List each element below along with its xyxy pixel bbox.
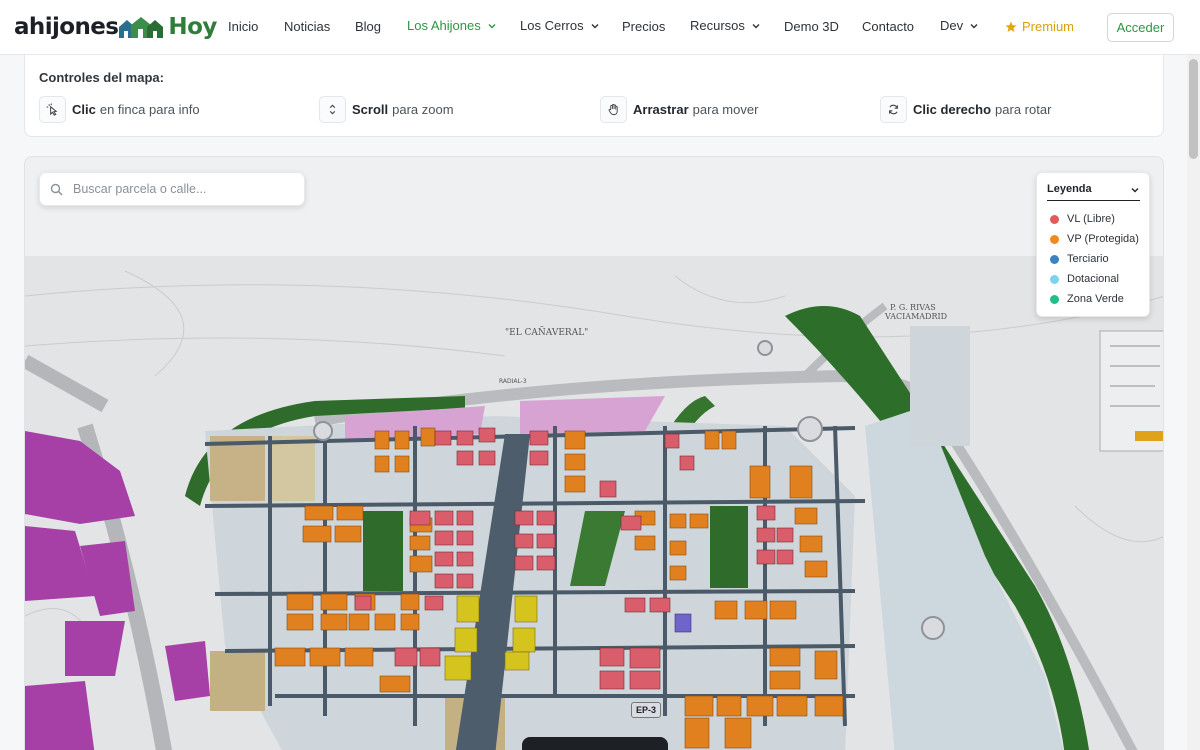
map-container[interactable]: "EL CAÑAVERAL" RADIAL-3 P. G. RIVAS VACI… bbox=[24, 156, 1164, 750]
legend-item-vp: VP (Protegida) bbox=[1050, 229, 1139, 249]
legend-dot-vp bbox=[1050, 234, 1059, 244]
nav-noticias[interactable]: Noticias bbox=[284, 19, 330, 34]
legend-item-vl: VL (Libre) bbox=[1050, 209, 1139, 229]
legend-toggle[interactable]: Leyenda bbox=[1047, 183, 1140, 201]
legend-dot-dotacional bbox=[1050, 274, 1059, 284]
page-scrollbar[interactable] bbox=[1187, 55, 1200, 750]
legend-title: Leyenda bbox=[1047, 183, 1092, 195]
legend-dot-vl bbox=[1050, 214, 1059, 224]
control-rotate-bold: Clic derecho bbox=[913, 102, 992, 117]
control-scroll-text: para zoom bbox=[392, 102, 454, 117]
star-icon bbox=[1005, 21, 1017, 32]
legend-dot-zona-verde bbox=[1050, 294, 1059, 304]
scrollbar-thumb[interactable] bbox=[1189, 59, 1198, 159]
rotate-icon bbox=[880, 96, 907, 123]
map-search-input[interactable] bbox=[73, 182, 293, 196]
nav-los-ahijones-label: Los Ahijones bbox=[407, 18, 481, 33]
legend-item-terciario: Terciario bbox=[1050, 249, 1139, 269]
control-right-click-rotate: Clic derecho para rotar bbox=[880, 96, 1051, 123]
nav-inicio[interactable]: Inicio bbox=[228, 19, 258, 34]
control-drag-move: Arrastrar para mover bbox=[600, 96, 758, 123]
logo-text-secondary: Hoy bbox=[168, 14, 217, 40]
label-rivas-1: P. G. RIVAS bbox=[890, 303, 936, 312]
login-button[interactable]: Acceder bbox=[1107, 13, 1174, 42]
search-icon bbox=[50, 183, 63, 195]
control-drag-bold: Arrastrar bbox=[633, 102, 689, 117]
control-drag-text: para mover bbox=[692, 102, 759, 117]
chevron-down-icon bbox=[591, 23, 599, 28]
parcel-badge-ep3[interactable]: EP-3 bbox=[631, 702, 661, 718]
hand-icon bbox=[600, 96, 627, 123]
nav-contacto[interactable]: Contacto bbox=[862, 19, 914, 34]
legend-label-zona-verde: Zona Verde bbox=[1067, 293, 1124, 305]
control-scroll-zoom: Scroll para zoom bbox=[319, 96, 454, 123]
nav-los-cerros-label: Los Cerros bbox=[520, 18, 584, 33]
nav-dev-label: Dev bbox=[940, 18, 964, 33]
nav-recursos-label: Recursos bbox=[690, 18, 745, 33]
site-logo[interactable]: ahijones Hoy bbox=[14, 12, 217, 42]
top-navigation-bar: ahijones Hoy Inicio Noticias Blog Los Ah… bbox=[0, 0, 1200, 55]
label-rivas-2: VACIAMADRID bbox=[884, 312, 947, 321]
map-controls-card: Controles del mapa: Clic en finca para i… bbox=[24, 55, 1164, 137]
nav-premium-label: Premium bbox=[1022, 19, 1075, 34]
nav-demo-3d[interactable]: Demo 3D bbox=[784, 19, 839, 34]
legend-list: VL (Libre) VP (Protegida) Terciario Dota… bbox=[1050, 209, 1139, 309]
chevron-down-icon bbox=[752, 23, 760, 28]
control-click-bold: Clic bbox=[72, 102, 96, 117]
houses-logo-icon bbox=[119, 17, 164, 38]
control-rotate-text: para rotar bbox=[995, 102, 1052, 117]
chevron-down-icon bbox=[1131, 188, 1139, 193]
nav-precios[interactable]: Precios bbox=[622, 19, 665, 34]
label-el-canaveral: "EL CAÑAVERAL" bbox=[505, 326, 588, 338]
nav-los-cerros[interactable]: Los Cerros bbox=[520, 18, 600, 33]
cursor-click-icon bbox=[39, 96, 66, 123]
map-legend: Leyenda VL (Libre) VP (Protegida) Tercia… bbox=[1036, 172, 1150, 317]
nav-blog[interactable]: Blog bbox=[355, 19, 381, 34]
nav-recursos[interactable]: Recursos bbox=[690, 18, 761, 33]
chevron-down-icon bbox=[488, 23, 496, 28]
map-search-box[interactable] bbox=[39, 172, 305, 206]
urban-plan-map[interactable]: "EL CAÑAVERAL" RADIAL-3 P. G. RIVAS VACI… bbox=[25, 256, 1164, 750]
map-bottom-toolbar[interactable] bbox=[522, 737, 668, 750]
scroll-icon bbox=[319, 96, 346, 123]
logo-text-primary: ahijones bbox=[14, 14, 119, 40]
legend-label-terciario: Terciario bbox=[1067, 253, 1109, 265]
legend-dot-terciario bbox=[1050, 254, 1059, 264]
control-scroll-bold: Scroll bbox=[352, 102, 389, 117]
control-click-text: en finca para info bbox=[99, 102, 200, 117]
control-click-info: Clic en finca para info bbox=[39, 96, 200, 123]
nav-los-ahijones[interactable]: Los Ahijones bbox=[407, 18, 497, 33]
legend-item-zona-verde: Zona Verde bbox=[1050, 289, 1139, 309]
nav-dev[interactable]: Dev bbox=[940, 18, 979, 33]
label-radial-3: RADIAL-3 bbox=[499, 378, 527, 385]
controls-title: Controles del mapa: bbox=[39, 70, 164, 85]
legend-label-vl: VL (Libre) bbox=[1067, 213, 1115, 225]
legend-item-dotacional: Dotacional bbox=[1050, 269, 1139, 289]
nav-premium[interactable]: Premium bbox=[1005, 19, 1074, 34]
legend-label-vp: VP (Protegida) bbox=[1067, 233, 1139, 245]
plan-annotation bbox=[1099, 330, 1163, 452]
chevron-down-icon bbox=[970, 23, 978, 28]
legend-label-dotacional: Dotacional bbox=[1067, 273, 1119, 285]
residual-block bbox=[910, 326, 970, 446]
tertiary-block bbox=[674, 613, 692, 633]
